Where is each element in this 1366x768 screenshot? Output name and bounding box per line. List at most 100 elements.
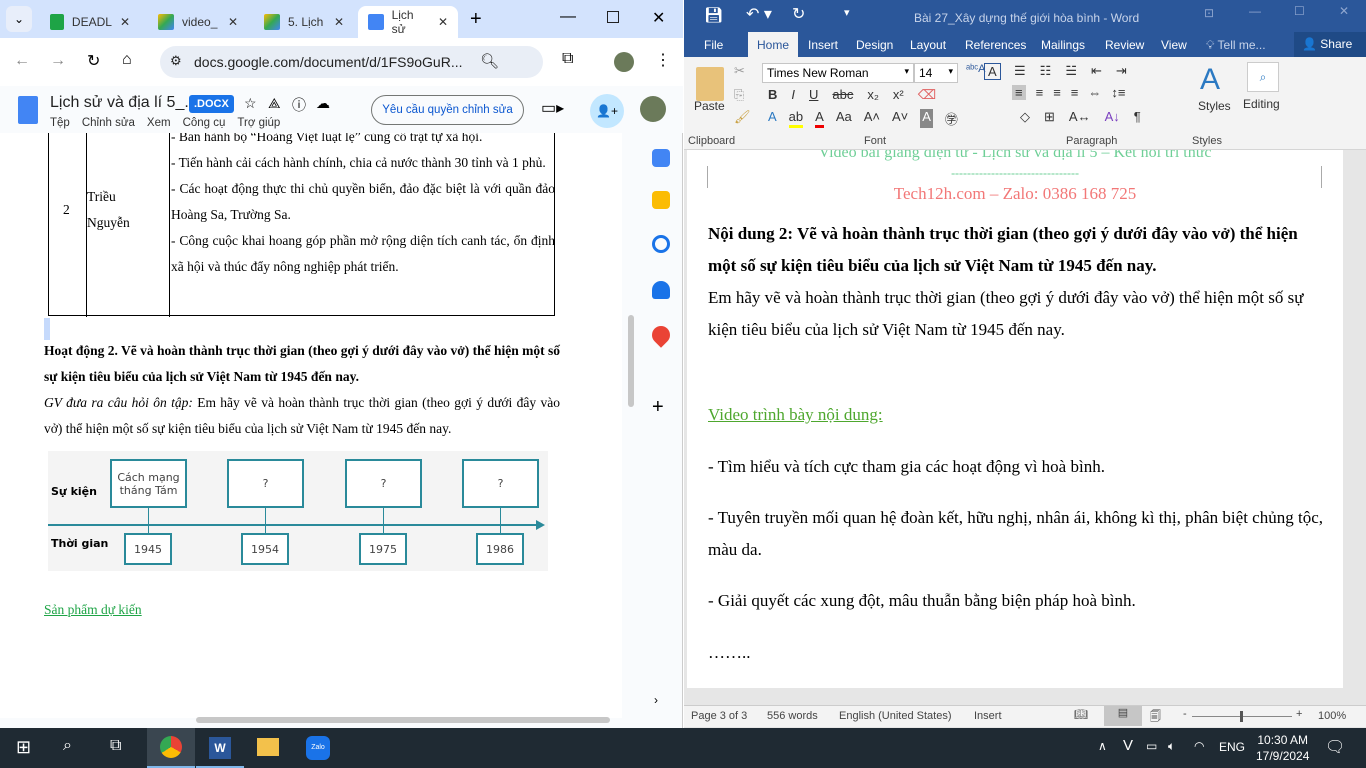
editing-button[interactable]: Editing	[1243, 97, 1280, 111]
font-name-select[interactable]: Times New Roman ▾	[762, 63, 914, 83]
zoom-in-button[interactable]: +	[1296, 708, 1302, 720]
share-button[interactable]: 👤+	[590, 94, 624, 128]
maps-icon[interactable]	[648, 322, 674, 348]
ribbon-display-icon[interactable]: ⊡	[1204, 6, 1214, 20]
add-addon-icon[interactable]: +	[652, 396, 664, 419]
battery-icon[interactable]: ▭	[1146, 739, 1157, 753]
menu-view[interactable]: Xem	[147, 117, 171, 129]
tab-lich-su-active[interactable]: Lịch sử ✕	[358, 6, 458, 38]
paste-button[interactable]: Paste	[694, 99, 725, 113]
clock[interactable]: 10:30 AM 17/9/2024	[1256, 732, 1309, 764]
customize-qat-icon[interactable]: ▾	[844, 6, 850, 19]
taskbar-chrome[interactable]	[147, 728, 195, 768]
tab-layout[interactable]: Layout	[910, 38, 946, 52]
change-case-button[interactable]: Aa	[836, 109, 852, 128]
menu-edit[interactable]: Chỉnh sửa	[82, 117, 135, 129]
cloud-icon[interactable]: ☁	[316, 95, 330, 112]
clear-text-effects-icon[interactable]: ᵃᵇᶜA	[966, 63, 985, 75]
task-view-icon[interactable]: ⧉	[110, 737, 121, 755]
align-right-button[interactable]: ≡	[1053, 85, 1061, 100]
back-icon[interactable]: ←	[14, 52, 30, 70]
numbering-button[interactable]: ☷	[1040, 63, 1052, 79]
phonetic-guide-button[interactable]: ㊫	[945, 109, 958, 128]
decrease-indent-button[interactable]: ⇤	[1091, 63, 1102, 79]
tab-insert[interactable]: Insert	[808, 38, 838, 52]
close-icon[interactable]: ✕	[334, 15, 344, 29]
tab-home[interactable]: Home	[748, 32, 798, 57]
site-info-icon[interactable]: ⚙	[170, 53, 182, 69]
clear-formatting-icon[interactable]: ⌫	[918, 87, 936, 103]
meet-icon[interactable]: ▭▸	[541, 98, 564, 118]
close-window-button[interactable]: ✕	[652, 8, 665, 28]
tab-file[interactable]: File	[704, 38, 723, 52]
close-icon[interactable]: ✕	[228, 15, 238, 29]
zoom-icon[interactable]: 🔍︎	[480, 52, 499, 70]
character-border-icon[interactable]: A	[984, 63, 1001, 80]
maximize-button[interactable]: ☐	[1294, 4, 1305, 18]
tab-view[interactable]: View	[1161, 38, 1187, 52]
language[interactable]: English (United States)	[839, 710, 952, 722]
sort-button[interactable]: A↓	[1105, 109, 1120, 125]
volume-icon[interactable]: 🔈︎	[1168, 739, 1175, 754]
read-mode-icon[interactable]: 📖︎	[1074, 708, 1088, 721]
underline-button[interactable]: U	[809, 87, 818, 103]
notification-icon[interactable]: 🗨︎	[1325, 737, 1345, 757]
highlight-button[interactable]: ab	[788, 109, 804, 128]
menu-tools[interactable]: Công cụ	[183, 117, 226, 129]
unikey-icon[interactable]: V	[1123, 737, 1133, 754]
save-icon[interactable]: 💾︎	[704, 6, 723, 24]
font-size-select[interactable]: 14 ▾	[914, 63, 958, 83]
close-button[interactable]: ✕	[1339, 4, 1349, 18]
tab-mailings[interactable]: Mailings	[1041, 38, 1085, 52]
superscript-button[interactable]: x²	[893, 87, 904, 103]
bullets-button[interactable]: ☰	[1014, 63, 1026, 79]
vertical-scrollbar[interactable]	[628, 315, 634, 407]
language-indicator[interactable]: ENG	[1219, 740, 1245, 754]
strikethrough-button[interactable]: abc	[832, 87, 853, 103]
horizontal-scrollbar[interactable]	[196, 717, 610, 723]
zoom-level[interactable]: 100%	[1318, 710, 1346, 722]
taskbar-word[interactable]: W	[196, 728, 244, 768]
grow-font-button[interactable]: A˄	[864, 109, 880, 128]
styles-button[interactable]: Styles	[1198, 99, 1231, 113]
italic-button[interactable]: I	[791, 87, 795, 103]
center-button[interactable]: ≡	[1036, 85, 1044, 100]
wifi-icon[interactable]: ◠	[1194, 739, 1204, 753]
insert-mode[interactable]: Insert	[974, 710, 1002, 722]
shrink-font-button[interactable]: A˅	[892, 109, 908, 128]
collapse-panel-icon[interactable]: ›	[654, 693, 658, 707]
calendar-icon[interactable]	[652, 149, 670, 167]
line-spacing-button[interactable]: ↕≡	[1111, 85, 1125, 100]
tab-design[interactable]: Design	[856, 38, 893, 52]
tab-references[interactable]: References	[965, 38, 1026, 52]
keep-icon[interactable]	[652, 191, 670, 209]
tab-video[interactable]: video_ ✕	[148, 6, 248, 38]
vertical-scrollbar[interactable]	[1350, 150, 1366, 705]
move-icon[interactable]: ⟁	[268, 95, 281, 112]
format-painter-icon[interactable]: 🖌︎	[734, 109, 751, 125]
align-left-button[interactable]: ≡	[1012, 85, 1026, 100]
close-icon[interactable]: ✕	[438, 15, 448, 29]
maximize-button[interactable]	[607, 11, 619, 23]
docs-logo-icon[interactable]	[18, 96, 38, 124]
increase-indent-button[interactable]: ⇥	[1116, 63, 1127, 79]
address-bar[interactable]: ⚙ docs.google.com/document/d/1FS9oGuR... 🔍…	[160, 46, 543, 78]
extensions-icon[interactable]: ⧉	[562, 50, 573, 68]
profile-avatar[interactable]	[614, 52, 634, 72]
file-explorer-icon[interactable]	[257, 738, 279, 756]
tab-review[interactable]: Review	[1105, 38, 1144, 52]
redo-icon[interactable]: ↻	[792, 4, 805, 24]
menu-help[interactable]: Trợ giúp	[237, 117, 280, 129]
zoom-slider-thumb[interactable]	[1240, 711, 1243, 722]
expected-product-link[interactable]: Sản phẩm dự kiến	[44, 597, 142, 623]
show-marks-button[interactable]: ¶	[1134, 109, 1141, 125]
borders-button[interactable]: ⊞	[1044, 109, 1055, 125]
account-avatar[interactable]	[640, 96, 666, 122]
tell-me-search[interactable]: 💡︎ Tell me...	[1206, 38, 1266, 53]
show-hidden-icons[interactable]: ∧	[1098, 739, 1107, 753]
close-icon[interactable]: ✕	[120, 15, 130, 29]
text-direction-button[interactable]: A↔	[1069, 109, 1091, 125]
find-icon[interactable]: ⌕	[1247, 62, 1279, 92]
info-icon[interactable]: ⓘ	[292, 95, 306, 115]
menu-icon[interactable]: ⋮	[655, 50, 671, 70]
